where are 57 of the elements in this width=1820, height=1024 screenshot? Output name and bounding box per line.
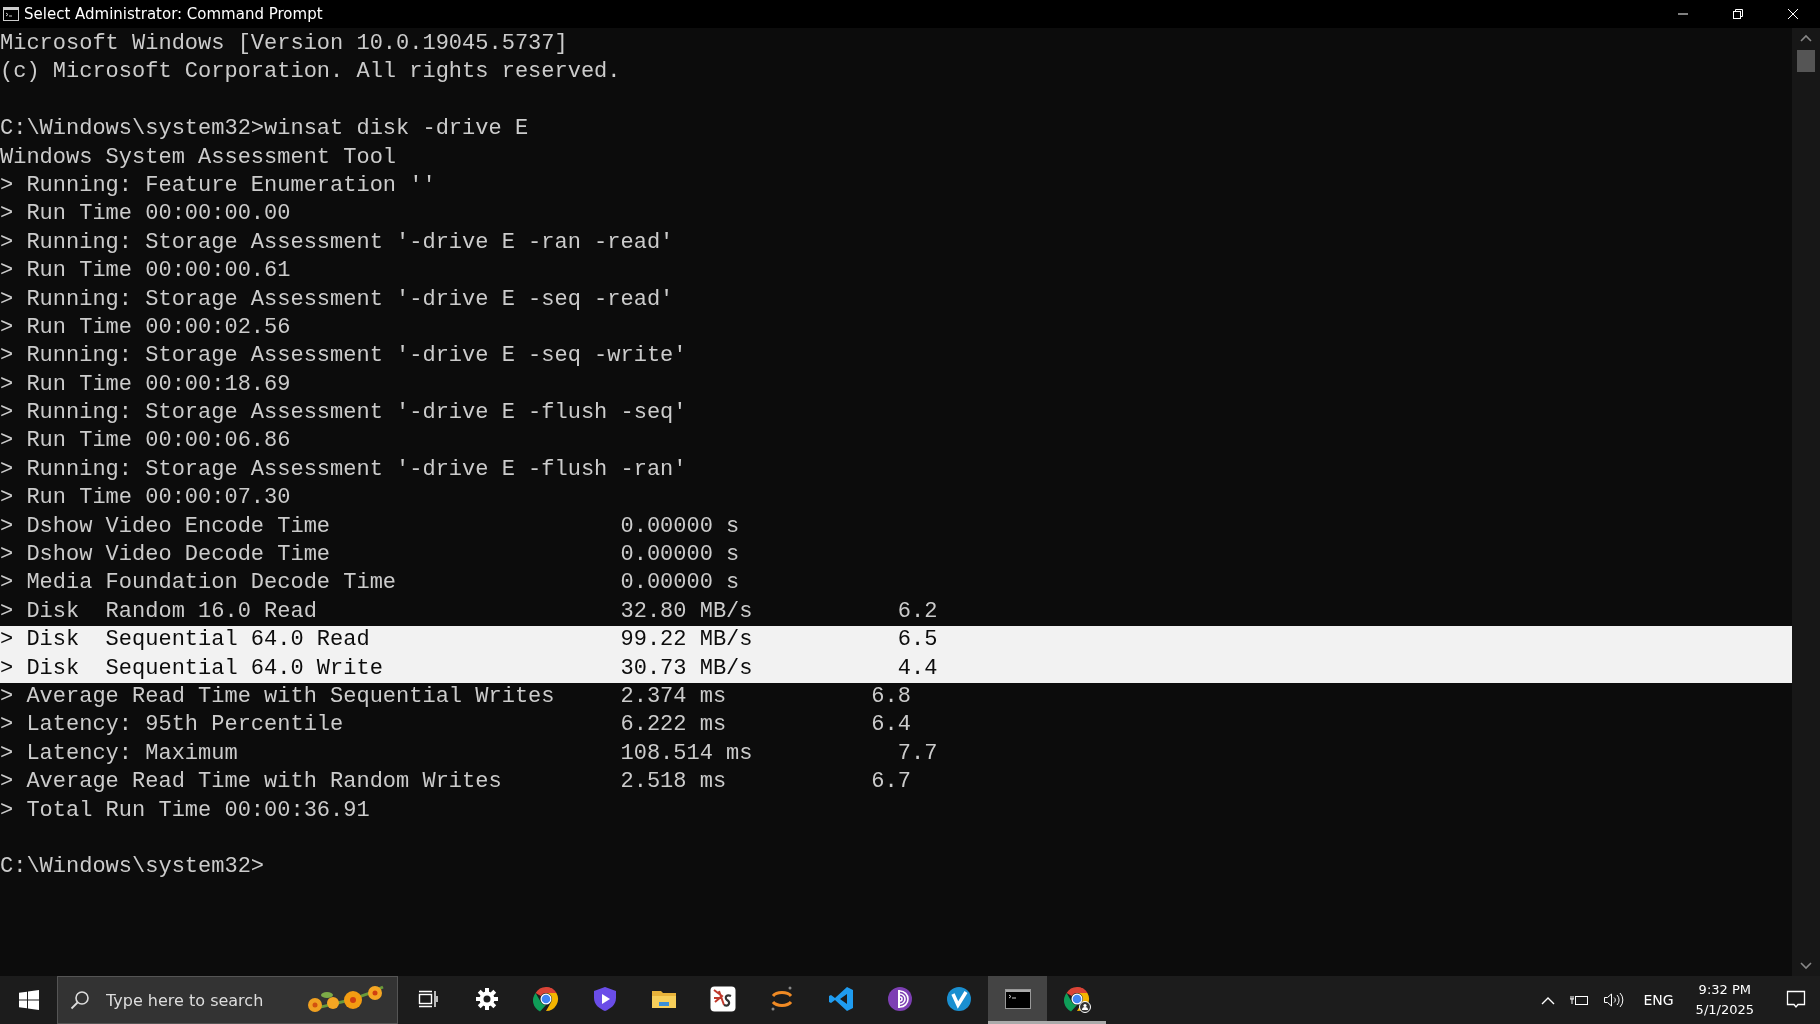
window-title: Select Administrator: Command Prompt — [24, 5, 323, 23]
console-line: > Average Read Time with Random Writes 2.518 ms 6.7 — [0, 768, 912, 797]
onion-logo-icon — [886, 985, 913, 1012]
task-view-icon — [417, 989, 438, 1008]
console-line: > Running: Storage Assessment '-drive E -flush -ran' — [0, 455, 688, 484]
console-line: > Run Time 00:00:00.61 — [0, 257, 292, 286]
ribbon-logo-icon — [827, 985, 854, 1012]
speaker-icon[interactable] — [1603, 992, 1626, 1008]
windows-logo-icon — [18, 990, 39, 1010]
console-line: > Run Time 00:00:02.56 — [0, 313, 292, 342]
console-line: > Run Time 00:00:07.30 — [0, 484, 292, 513]
console-line: > Media Foundation Decode Time 0.00000 s — [0, 569, 741, 598]
console-line: > Dshow Video Decode Time 0.00000 s — [0, 541, 741, 570]
close-icon — [1786, 8, 1799, 20]
arcs-logo-icon — [769, 985, 794, 1012]
console-line: C:\Windows\system32> — [0, 853, 266, 882]
console-line: > Average Read Time with Sequential Writes 2.374 ms 6.8 — [0, 683, 912, 711]
battery-icon[interactable] — [1569, 993, 1590, 1007]
v-logo-icon — [945, 985, 972, 1012]
console-line: (c) Microsoft Corporation. All rights reserved. — [0, 58, 622, 87]
console-line: Windows System Assessment Tool — [0, 143, 398, 172]
console-line: > Running: Feature Enumeration '' — [0, 171, 437, 200]
clock-date: 5/1/2025 — [1695, 1001, 1754, 1019]
terminal-icon — [1004, 988, 1031, 1009]
console-line: > Running: Storage Assessment '-drive E -ran -read' — [0, 228, 675, 257]
search-field[interactable]: Type here to search — [104, 989, 291, 1011]
scrollbar-thumb[interactable] — [1797, 50, 1815, 72]
console-line: > Disk Random 16.0 Read 32.80 MB/s 6.2 — [0, 597, 939, 626]
console-line: > Latency: 95th Percentile 6.222 ms 6.4 — [0, 711, 912, 740]
console-line: C:\Windows\system32>winsat disk -drive E — [0, 115, 530, 144]
language-indicator[interactable]: ENG — [1643, 992, 1674, 1008]
search-icon — [70, 990, 90, 1010]
clock[interactable]: 9:32 PM 5/1/2025 — [1687, 980, 1762, 1020]
scroll-up-icon[interactable] — [1800, 34, 1812, 42]
console-line: > Run Time 00:00:18.69 — [0, 370, 292, 399]
tile-logo-icon — [709, 985, 736, 1012]
console-line: > Dshow Video Encode Time 0.00000 s — [0, 512, 741, 541]
browser-profile-icon — [1062, 984, 1091, 1013]
console-line: Microsoft Windows [Version 10.0.19045.5737] — [0, 30, 569, 58]
vertical-scrollbar[interactable] — [1792, 28, 1820, 976]
console-line: > Running: Storage Assessment '-drive E -seq -write' — [0, 342, 688, 371]
console-line: > Running: Storage Assessment '-drive E -flush -seq' — [0, 399, 688, 428]
console-line: > Total Run Time 00:00:36.91 — [0, 796, 371, 825]
notification-icon[interactable] — [1786, 990, 1806, 1010]
caret-up-icon[interactable] — [1541, 995, 1556, 1005]
taskbar-app-button[interactable] — [988, 976, 1047, 1024]
console-line: > Run Time 00:00:06.86 — [0, 427, 292, 456]
console-line: > Running: Storage Assessment '-drive E -seq -read' — [0, 285, 675, 314]
browser-logo-icon — [531, 984, 560, 1013]
scroll-down-icon[interactable] — [1800, 962, 1812, 970]
console-line: > Latency: Maximum 108.514 ms 7.7 — [0, 739, 939, 768]
console-line: > Run Time 00:00:00.00 — [0, 200, 292, 229]
restore-icon — [1731, 8, 1744, 20]
search-bar[interactable]: Type here to search — [57, 976, 398, 1024]
console-app-icon — [3, 7, 19, 21]
shield-play-icon — [592, 985, 617, 1012]
clock-time: 9:32 PM — [1698, 981, 1751, 999]
